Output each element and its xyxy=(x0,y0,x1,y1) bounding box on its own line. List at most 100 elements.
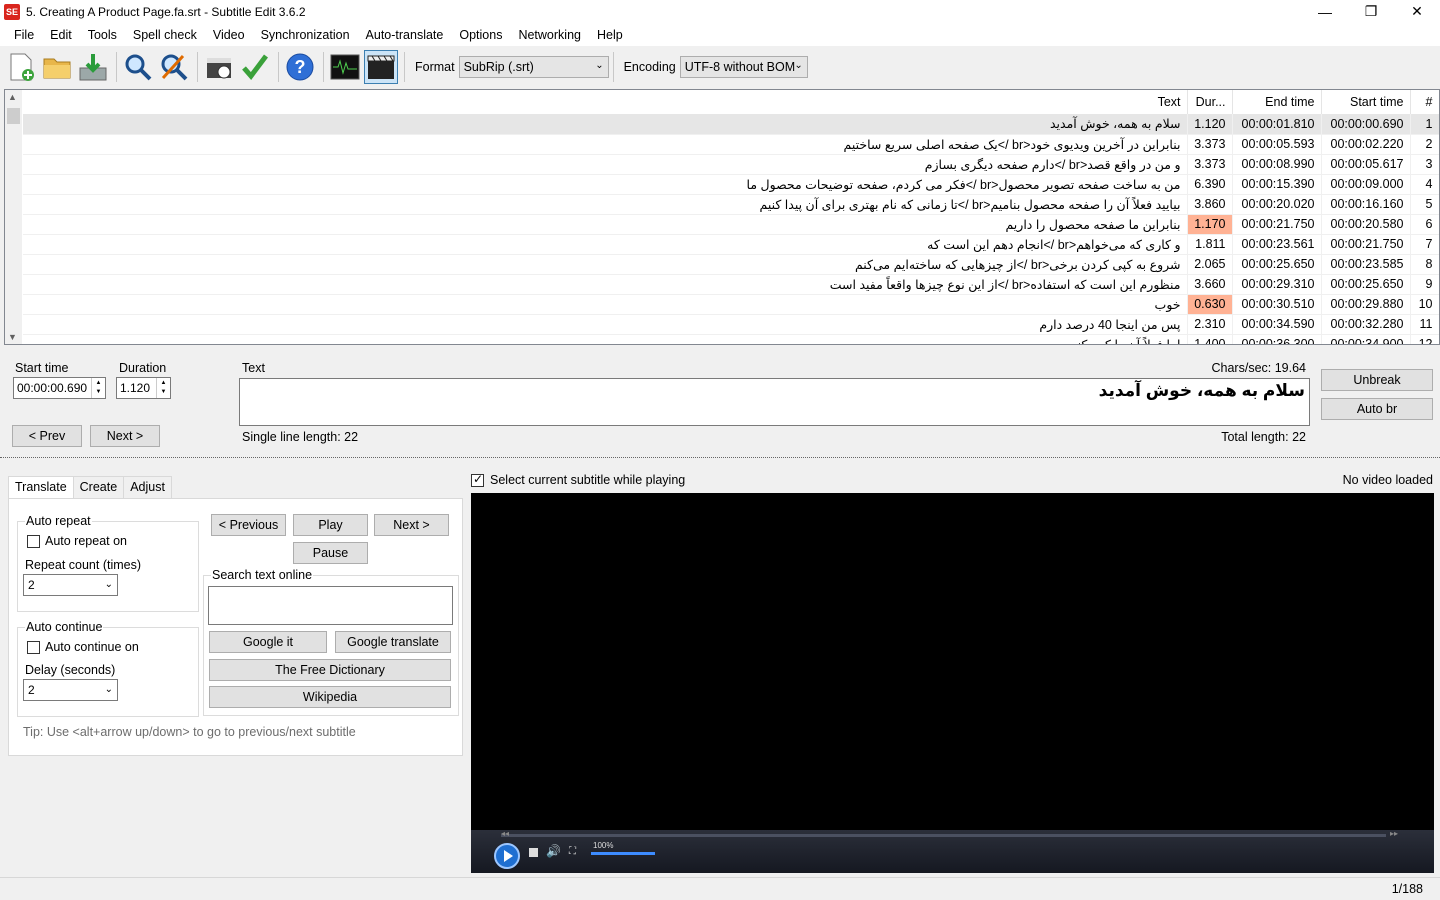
wikipedia-button[interactable]: Wikipedia xyxy=(209,686,451,708)
spinner-up-icon[interactable]: ▲ xyxy=(96,379,102,388)
menu-video[interactable]: Video xyxy=(205,28,253,42)
next-button[interactable]: Next > xyxy=(90,425,160,447)
subtitle-text-input[interactable]: سلام به همه، خوش آمدید xyxy=(239,378,1310,426)
menu-spell-check[interactable]: Spell check xyxy=(125,28,205,42)
select-current-subtitle-checkbox[interactable] xyxy=(471,472,484,487)
tab-create[interactable]: Create xyxy=(72,476,125,498)
menu-networking[interactable]: Networking xyxy=(510,28,589,42)
minimize-button[interactable]: — xyxy=(1302,0,1348,23)
column-header-start-time[interactable]: Start time xyxy=(1321,90,1411,114)
next-subtitle-button[interactable]: Next > xyxy=(374,514,449,536)
start-time-input[interactable]: 00:00:00.690 ▲ ▼ xyxy=(13,377,106,399)
volume-slider[interactable] xyxy=(591,852,655,855)
cell-number: 1 xyxy=(1410,114,1439,135)
table-row[interactable]: و کاری که می‌خواهم<br />انجام دهم این اس… xyxy=(23,234,1439,255)
pause-button[interactable]: Pause xyxy=(293,542,368,564)
table-row[interactable]: منظورم این است که استفاده<br />از این نو… xyxy=(23,274,1439,295)
close-button[interactable]: ✕ xyxy=(1394,0,1440,23)
prev-button[interactable]: < Prev xyxy=(12,425,82,447)
auto-repeat-checkbox[interactable] xyxy=(27,535,40,548)
cell-text: منظورم این است که استفاده<br />از این نو… xyxy=(23,274,1188,295)
menu-edit[interactable]: Edit xyxy=(42,28,80,42)
delay-select[interactable]: 2 ⌄ xyxy=(23,679,118,701)
previous-button[interactable]: < Previous xyxy=(211,514,286,536)
repeat-count-select[interactable]: 2 ⌄ xyxy=(23,574,118,596)
tab-translate[interactable]: Translate xyxy=(8,476,74,499)
fast-forward-icon[interactable]: ▸▸ xyxy=(1390,829,1398,838)
panel-splitter[interactable] xyxy=(0,457,1440,460)
help-icon[interactable]: ? xyxy=(283,50,317,84)
replace-icon[interactable] xyxy=(157,50,191,84)
menu-synchronization[interactable]: Synchronization xyxy=(253,28,358,42)
menu-auto-translate[interactable]: Auto-translate xyxy=(358,28,452,42)
table-row[interactable]: بنابراین ما صفحه محصول را داریم 1.170 00:0… xyxy=(23,214,1439,235)
scroll-up-icon[interactable]: ▲ xyxy=(8,92,17,102)
unbreak-button[interactable]: Unbreak xyxy=(1321,369,1433,391)
cell-number: 4 xyxy=(1410,174,1439,195)
table-row[interactable]: من به ساخت صفحه تصویر محصول<br />فکر می … xyxy=(23,174,1439,195)
save-download-icon[interactable] xyxy=(76,50,110,84)
menu-tools[interactable]: Tools xyxy=(80,28,125,42)
duration-input[interactable]: 1.120 ▲ ▼ xyxy=(116,377,171,399)
play-button[interactable]: Play xyxy=(293,514,368,536)
new-file-icon[interactable] xyxy=(4,50,38,84)
cell-start-time: 00:00:20.580 xyxy=(1321,214,1411,235)
waveform-icon[interactable] xyxy=(328,50,362,84)
menu-file[interactable]: File xyxy=(6,28,42,42)
maximize-button[interactable]: ❐ xyxy=(1348,0,1394,23)
table-row[interactable]: پس من اینجا 40 درصد دارم 2.310 00:00:34.59… xyxy=(23,314,1439,335)
stop-icon[interactable] xyxy=(529,848,538,857)
search-text-input[interactable] xyxy=(208,586,453,625)
table-row[interactable]: و من در واقع قصد<br />دارم صفحه دیگری بس… xyxy=(23,154,1439,175)
spinner-down-icon[interactable]: ▼ xyxy=(96,388,102,397)
table-row[interactable]: بنابراین در آخرین ویدیوی خود<br />یک صفح… xyxy=(23,134,1439,155)
table-row[interactable]: خوب 0.630 00:00:30.510 00:00:29.880 10 xyxy=(23,294,1439,315)
auto-continue-checkbox[interactable] xyxy=(27,641,40,654)
auto-br-button[interactable]: Auto br xyxy=(1321,398,1433,420)
video-controls: ◂◂ ▸▸ 🔊 ⛶ 100% xyxy=(471,829,1434,873)
fullscreen-icon[interactable]: ⛶ xyxy=(569,846,576,857)
visual-sync-icon[interactable] xyxy=(202,50,236,84)
column-header-duration[interactable]: Dur... xyxy=(1187,90,1233,114)
video-icon[interactable] xyxy=(364,50,398,84)
scroll-thumb[interactable] xyxy=(7,108,20,124)
spinner-up-icon[interactable]: ▲ xyxy=(161,379,167,388)
toolbar: ? Format SubRip (.srt) ⌄ Encoding UTF-8 … xyxy=(0,46,1440,88)
column-header-end-time[interactable]: End time xyxy=(1232,90,1322,114)
video-player[interactable]: ◂◂ ▸▸ 🔊 ⛶ 100% xyxy=(471,493,1434,873)
tab-adjust[interactable]: Adjust xyxy=(123,476,172,498)
table-row[interactable]: شروع به کپی کردن برخی<br />از چیزهایی که… xyxy=(23,254,1439,275)
scroll-down-icon[interactable]: ▼ xyxy=(8,332,17,342)
auto-repeat-group-label: Auto repeat xyxy=(25,514,92,528)
volume-icon[interactable]: 🔊 xyxy=(546,844,561,858)
column-header-number[interactable]: # xyxy=(1410,90,1439,114)
cell-end-time: 00:00:01.810 xyxy=(1232,114,1322,135)
duration-spinner[interactable]: ▲ ▼ xyxy=(156,378,170,398)
google-translate-button[interactable]: Google translate xyxy=(335,631,451,653)
cell-text: و من در واقع قصد<br />دارم صفحه دیگری بس… xyxy=(23,154,1188,175)
google-it-button[interactable]: Google it xyxy=(209,631,327,653)
start-time-spinner[interactable]: ▲ ▼ xyxy=(91,378,105,398)
play-icon[interactable] xyxy=(493,842,521,870)
menu-options[interactable]: Options xyxy=(451,28,510,42)
rewind-icon[interactable]: ◂◂ xyxy=(501,829,509,838)
spinner-down-icon[interactable]: ▼ xyxy=(161,388,167,397)
format-select[interactable]: SubRip (.srt) ⌄ xyxy=(458,56,609,78)
cell-start-time: 00:00:05.617 xyxy=(1321,154,1411,175)
subtitle-table: Text Dur... End time Start time # سلام ب… xyxy=(23,90,1439,344)
grid-scrollbar[interactable]: ▲ ▼ xyxy=(5,90,22,344)
find-icon[interactable] xyxy=(121,50,155,84)
free-dictionary-button[interactable]: The Free Dictionary xyxy=(209,659,451,681)
table-row[interactable]: بیایید فعلاً آن را صفحه محصول بنامیم<br … xyxy=(23,194,1439,215)
column-header-text[interactable]: Text xyxy=(23,90,1188,114)
video-seekbar[interactable] xyxy=(501,834,1386,837)
encoding-select[interactable]: UTF-8 without BOM ⌄ xyxy=(679,56,808,78)
cell-start-time: 00:00:29.880 xyxy=(1321,294,1411,315)
table-row[interactable]: اما فعلاً آن را کپی کنیم 1.400 00:00:36.30… xyxy=(23,334,1439,344)
table-row[interactable]: سلام به همه، خوش آمدید 1.120 00:00:01.810 0… xyxy=(23,114,1439,135)
cell-end-time: 00:00:20.020 xyxy=(1232,194,1322,215)
open-folder-icon[interactable] xyxy=(40,50,74,84)
menu-help[interactable]: Help xyxy=(589,28,631,42)
chevron-down-icon: ⌄ xyxy=(104,579,113,590)
spell-check-icon[interactable] xyxy=(238,50,272,84)
